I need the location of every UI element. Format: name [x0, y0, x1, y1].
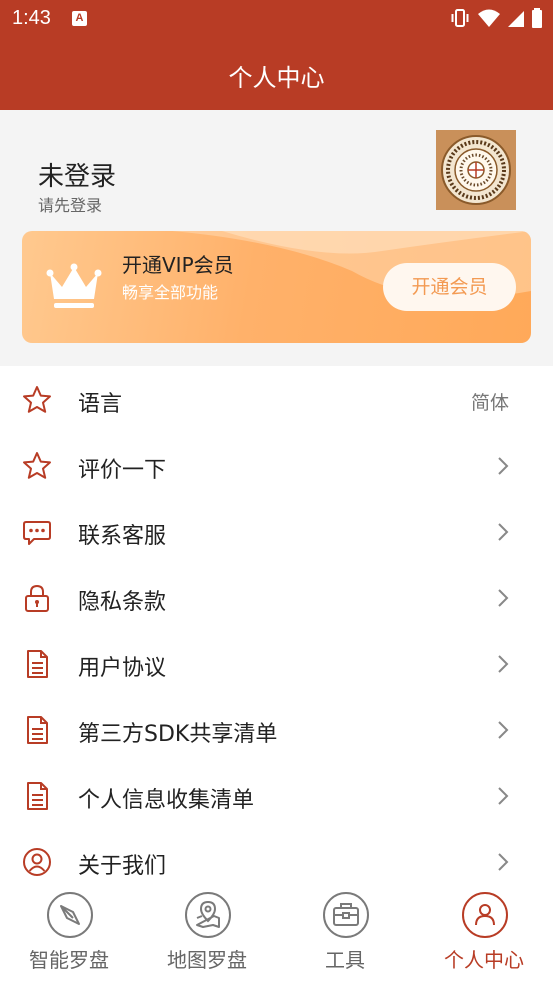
settings-menu: 语言 简体 评价一下 联系客服 隐私条款 用户协议 第三方SDK共享清单 个人信…: [0, 366, 553, 886]
vibrate-icon: [451, 9, 469, 27]
status-bar: 1:43 A: [0, 0, 553, 36]
wifi-icon: [478, 9, 500, 27]
star-icon: [23, 386, 51, 413]
status-icons: [449, 8, 543, 28]
battery-icon: [532, 8, 542, 28]
nav-icon-circle: [323, 892, 369, 938]
nav-label: 工具: [325, 948, 365, 972]
nav-label: 地图罗盘: [167, 948, 247, 972]
profile-section: 未登录 请先登录 开通VIP会员 畅享全部功能 开通会员: [0, 110, 553, 366]
menu-item-label: 个人信息收集清单: [78, 788, 255, 813]
bottom-navigation: 智能罗盘 地图罗盘 工具 个人中心: [0, 886, 553, 983]
status-time: 1:43: [12, 7, 51, 29]
menu-item-label: 第三方SDK共享清单: [78, 722, 278, 747]
document-icon: [27, 716, 48, 744]
vip-subtitle: 畅享全部功能: [122, 283, 219, 302]
language-value: 简体: [470, 392, 509, 414]
menu-item-privacy[interactable]: 隐私条款: [0, 564, 553, 630]
menu-item-label: 语言: [78, 392, 123, 417]
nav-icon-circle: [47, 892, 93, 938]
app-header: 个人中心: [0, 36, 553, 110]
menu-item-user-agreement[interactable]: 用户协议: [0, 630, 553, 696]
chevron-right-icon: [498, 655, 509, 673]
notification-badge-icon: A: [72, 11, 87, 26]
signal-icon: [508, 11, 524, 27]
nav-label: 个人中心: [444, 948, 524, 972]
crown-icon: [46, 263, 102, 308]
user-icon: [23, 848, 51, 876]
chevron-right-icon: [498, 787, 509, 805]
user-icon: [475, 904, 495, 926]
menu-item-language[interactable]: 语言 简体: [0, 366, 553, 432]
menu-item-label: 评价一下: [78, 458, 167, 483]
compass-avatar-icon: [436, 130, 516, 210]
document-icon: [27, 650, 48, 678]
nav-tab-tools[interactable]: 工具: [276, 886, 414, 983]
compass-icon: [60, 905, 80, 925]
chevron-right-icon: [498, 853, 509, 871]
nav-tab-map-compass[interactable]: 地图罗盘: [138, 886, 276, 983]
menu-item-personal-info-list[interactable]: 个人信息收集清单: [0, 762, 553, 828]
toolbox-icon: [333, 903, 359, 926]
star-icon: [23, 452, 51, 479]
nav-icon-circle: [185, 892, 231, 938]
menu-item-rate[interactable]: 评价一下: [0, 432, 553, 498]
nav-tab-personal-center[interactable]: 个人中心: [415, 886, 553, 983]
document-icon: [27, 782, 48, 810]
open-vip-button[interactable]: 开通会员: [383, 263, 516, 311]
map-pin-icon: [196, 900, 220, 928]
menu-item-about-us[interactable]: 关于我们: [0, 828, 553, 886]
vip-title: 开通VIP会员: [122, 253, 234, 277]
nav-tab-smart-compass[interactable]: 智能罗盘: [0, 886, 138, 983]
chat-icon: [23, 521, 51, 545]
menu-item-label: 隐私条款: [78, 590, 167, 615]
page-title: 个人中心: [228, 64, 325, 92]
chevron-right-icon: [498, 523, 509, 541]
chevron-right-icon: [498, 589, 509, 607]
menu-item-label: 关于我们: [78, 854, 167, 879]
nav-icon-circle: [462, 892, 508, 938]
menu-item-label: 用户协议: [78, 656, 167, 681]
menu-item-label: 联系客服: [78, 524, 167, 549]
avatar[interactable]: [436, 130, 516, 210]
profile-subtitle[interactable]: 请先登录: [38, 192, 102, 216]
chevron-right-icon: [498, 457, 509, 475]
menu-item-contact-support[interactable]: 联系客服: [0, 498, 553, 564]
nav-label: 智能罗盘: [29, 948, 109, 972]
menu-item-sdk-list[interactable]: 第三方SDK共享清单: [0, 696, 553, 762]
vip-card[interactable]: 开通VIP会员 畅享全部功能 开通会员: [22, 231, 531, 343]
lock-icon: [25, 584, 49, 612]
profile-name[interactable]: 未登录: [38, 156, 116, 193]
chevron-right-icon: [498, 721, 509, 739]
